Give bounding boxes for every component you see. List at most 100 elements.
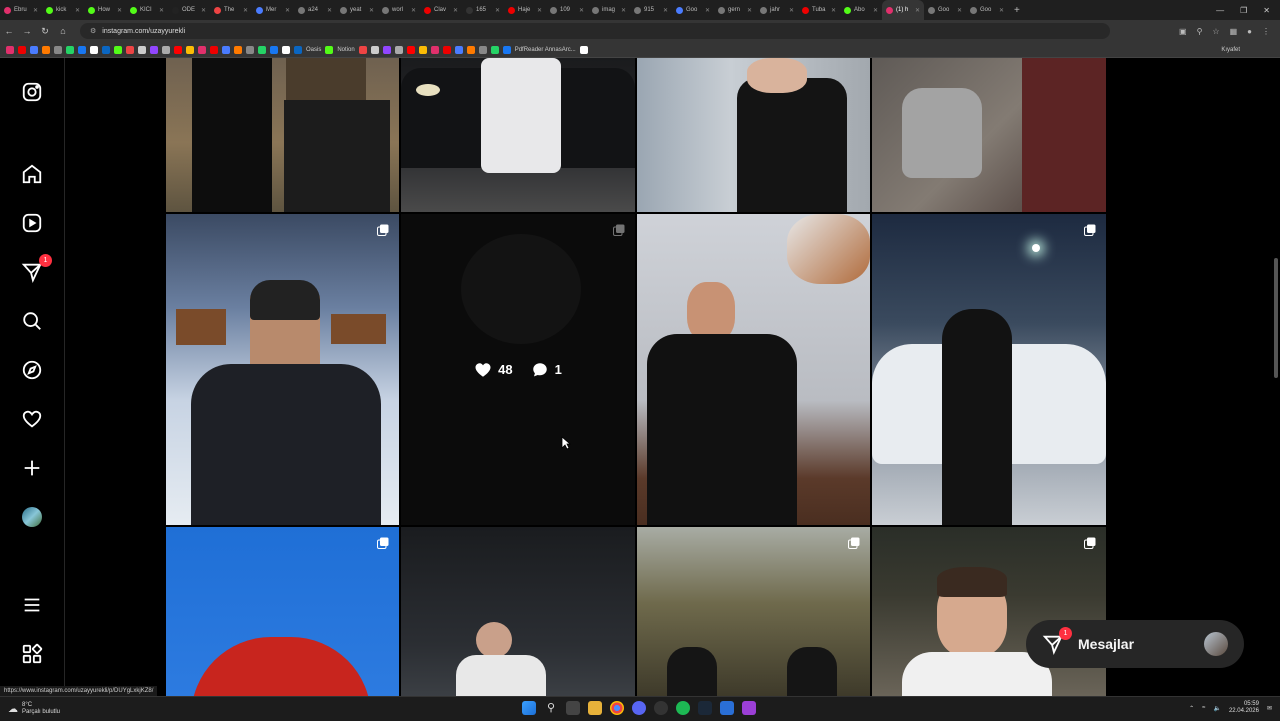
browser-tab[interactable]: Abo ✕ xyxy=(840,0,882,20)
browser-tab[interactable]: Goo ✕ xyxy=(672,0,714,20)
taskbar-search-icon[interactable]: ⚲ xyxy=(544,701,558,715)
page-scrollbar[interactable] xyxy=(1272,58,1280,696)
heart-notifications-icon[interactable] xyxy=(20,407,44,431)
tab-close-icon[interactable]: ✕ xyxy=(75,7,80,14)
browser-tab[interactable]: The ✕ xyxy=(210,0,252,20)
browser-tab[interactable]: 109 ✕ xyxy=(546,0,588,20)
bookmark-icon[interactable] xyxy=(30,45,38,54)
tab-close-icon[interactable]: ✕ xyxy=(705,7,710,14)
install-icon[interactable]: ▣ xyxy=(1179,27,1187,36)
instagram-logo-icon[interactable] xyxy=(20,80,44,104)
extensions-icon[interactable]: ▦ xyxy=(1230,27,1238,36)
tab-close-icon[interactable]: ✕ xyxy=(873,7,878,14)
tab-close-icon[interactable]: ✕ xyxy=(369,7,374,14)
bookmark-icon[interactable] xyxy=(6,45,14,54)
bookmark-icon[interactable] xyxy=(198,45,206,54)
bookmark-icon[interactable] xyxy=(78,45,86,54)
bookmark-icon[interactable] xyxy=(114,45,122,54)
bookmark-icon[interactable] xyxy=(222,45,230,54)
bookmark-icon[interactable] xyxy=(406,45,415,54)
menu-dots-icon[interactable]: ⋮ xyxy=(1262,27,1270,36)
bookmark-icon[interactable] xyxy=(234,45,242,54)
browser-tab[interactable]: (1) h ✕ xyxy=(882,0,924,20)
profile-browser-icon[interactable]: ● xyxy=(1247,27,1252,36)
bookmark-icon[interactable] xyxy=(382,45,391,54)
browser-tab[interactable]: yeat ✕ xyxy=(336,0,378,20)
zoom-icon[interactable]: ⚲ xyxy=(1197,27,1203,36)
bookmark-label[interactable]: Oasis xyxy=(306,47,321,53)
browser-tab[interactable]: imag ✕ xyxy=(588,0,630,20)
tab-close-icon[interactable]: ✕ xyxy=(495,7,500,14)
bookmark-icon[interactable] xyxy=(325,45,334,54)
browser-tab[interactable]: ODE ✕ xyxy=(168,0,210,20)
app-icon[interactable] xyxy=(742,701,756,715)
home-icon[interactable] xyxy=(20,162,44,186)
post-tile[interactable] xyxy=(166,214,399,525)
bookmark-icon[interactable] xyxy=(66,45,74,54)
browser-tab[interactable]: Haje ✕ xyxy=(504,0,546,20)
volume-icon[interactable]: 🔈 xyxy=(1213,705,1220,712)
weather-widget[interactable]: ☁ 8°C Parçalı bulutlu xyxy=(0,702,60,716)
task-view-icon[interactable] xyxy=(566,701,580,715)
bookmark-icon[interactable] xyxy=(90,45,98,54)
browser-tab[interactable]: gern ✕ xyxy=(714,0,756,20)
bookmark-icon[interactable] xyxy=(102,45,110,54)
bookmark-label[interactable]: Notion xyxy=(337,47,354,53)
app-icon[interactable] xyxy=(654,701,668,715)
bookmark-icon[interactable] xyxy=(490,45,499,54)
spotify-icon[interactable] xyxy=(676,701,690,715)
post-tile[interactable] xyxy=(872,527,1106,696)
app-icon[interactable] xyxy=(720,701,734,715)
bookmark-icon[interactable] xyxy=(162,45,170,54)
tab-close-icon[interactable]: ✕ xyxy=(453,7,458,14)
tab-close-icon[interactable]: ✕ xyxy=(285,7,290,14)
minimize-icon[interactable]: — xyxy=(1216,6,1224,15)
bookmark-icon[interactable] xyxy=(150,45,158,54)
post-tile[interactable] xyxy=(872,58,1106,212)
bookmark-icon[interactable] xyxy=(42,45,50,54)
tab-close-icon[interactable]: ✕ xyxy=(957,7,962,14)
tab-close-icon[interactable]: ✕ xyxy=(201,7,206,14)
tab-close-icon[interactable]: ✕ xyxy=(327,7,332,14)
tab-close-icon[interactable]: ✕ xyxy=(831,7,836,14)
explore-icon[interactable] xyxy=(20,358,44,382)
also-from-meta-icon[interactable] xyxy=(20,642,44,666)
bookmark-icon[interactable] xyxy=(454,45,463,54)
bookmark-icon[interactable] xyxy=(18,45,26,54)
tab-close-icon[interactable]: ✕ xyxy=(621,7,626,14)
bookmark-icon[interactable] xyxy=(430,45,439,54)
url-input[interactable]: ⚙ instagram.com/uzayyurekli xyxy=(80,23,1110,39)
browser-tab[interactable]: Goo ✕ xyxy=(924,0,966,20)
file-explorer-icon[interactable] xyxy=(588,701,602,715)
post-tile[interactable] xyxy=(872,214,1106,525)
bookmark-icon[interactable] xyxy=(502,45,511,54)
post-tile[interactable] xyxy=(166,527,399,696)
tab-close-icon[interactable]: ✕ xyxy=(159,7,164,14)
tab-close-icon[interactable]: ✕ xyxy=(579,7,584,14)
browser-tab[interactable]: kick ✕ xyxy=(42,0,84,20)
clock[interactable]: 05:59 22.04.2026 xyxy=(1229,701,1259,715)
bookmark-icon[interactable] xyxy=(294,45,302,54)
windows-start-icon[interactable] xyxy=(522,701,536,715)
browser-tab[interactable]: 165 ✕ xyxy=(462,0,504,20)
bookmark-icon[interactable] xyxy=(54,45,62,54)
browser-tab[interactable]: Tuba ✕ xyxy=(798,0,840,20)
tray-chevron-icon[interactable]: ⌃ xyxy=(1189,705,1194,712)
bookmark-icon[interactable] xyxy=(270,45,278,54)
browser-tab[interactable]: How ✕ xyxy=(84,0,126,20)
tab-close-icon[interactable]: ✕ xyxy=(915,7,920,14)
tab-close-icon[interactable]: ✕ xyxy=(747,7,752,14)
bookmark-icon[interactable] xyxy=(258,45,266,54)
bookmark-icon[interactable] xyxy=(370,45,379,54)
tab-close-icon[interactable]: ✕ xyxy=(411,7,416,14)
scrollbar-thumb[interactable] xyxy=(1274,258,1278,378)
post-tile[interactable] xyxy=(637,527,870,696)
close-window-icon[interactable]: ✕ xyxy=(1263,6,1270,15)
bookmark-folder-kiyafet[interactable]: Kıyafet xyxy=(1221,47,1280,53)
search-icon[interactable] xyxy=(20,309,44,333)
post-tile-hovered[interactable]: 48 1 xyxy=(401,214,635,525)
tab-close-icon[interactable]: ✕ xyxy=(999,7,1004,14)
tab-close-icon[interactable]: ✕ xyxy=(117,7,122,14)
bookmark-icon[interactable] xyxy=(210,45,218,54)
wifi-icon[interactable]: ≈ xyxy=(1202,705,1205,711)
